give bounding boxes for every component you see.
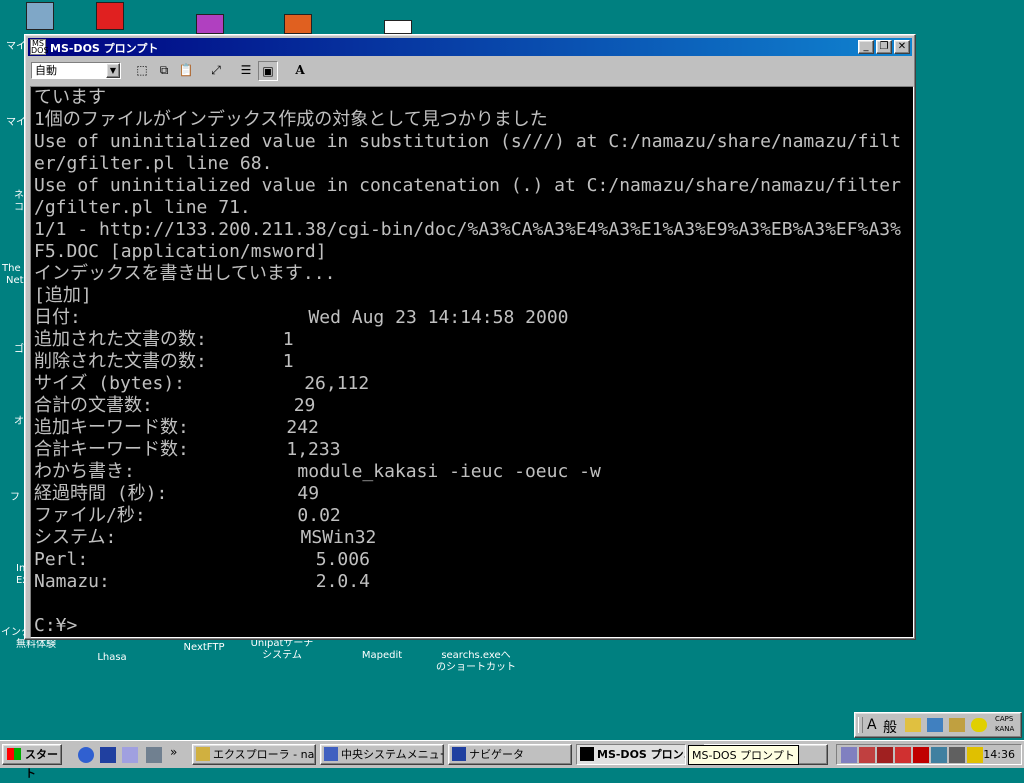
task-label: MS-DOS プロン...: [597, 748, 685, 761]
tray-icon[interactable]: [895, 747, 911, 763]
tooltip: MS-DOS プロンプト: [688, 745, 799, 765]
msdos-window[interactable]: MS DOS MS-DOS プロンプト _ ❐ ✕ 自動 ▼ ⬚ ⧉ 📋 ⤢ ☰ …: [24, 34, 916, 640]
task-central-system-menu[interactable]: 中央システムメニュー: [320, 744, 444, 765]
ime-handle-icon[interactable]: [858, 717, 863, 733]
ime-dictionary-icon[interactable]: [927, 718, 943, 732]
desktop-left-label: Net: [6, 275, 24, 286]
desktop-shortcut-icon[interactable]: [384, 20, 412, 34]
ime-mode-icon[interactable]: A: [867, 717, 877, 733]
desktop-icon-label: Unipatサーチ システム: [250, 638, 314, 661]
app-icon: [324, 747, 338, 761]
ime-tool-icon[interactable]: [949, 718, 965, 732]
desktop-left-label: ゴ: [14, 344, 24, 355]
desktop-left-label: フ: [10, 492, 20, 503]
tray-icon[interactable]: [913, 747, 929, 763]
desktop-icon-searchs[interactable]: searchs.exeへ のショートカット: [436, 638, 516, 674]
desktop-icon-label: NextFTP: [183, 642, 225, 653]
desktop-left-label: マイ: [6, 41, 26, 52]
font-size-value: 自動: [35, 64, 57, 77]
quicklaunch-icon[interactable]: [122, 747, 138, 763]
volume-icon[interactable]: [949, 747, 965, 763]
desktop-icon-label: Lhasa: [97, 652, 127, 663]
caps-indicator: CAPS: [995, 715, 1014, 723]
ime-conversion-label[interactable]: 般: [883, 717, 897, 737]
desktop-icon-unipat[interactable]: Unipatサーチ システム: [242, 638, 322, 662]
mark-button[interactable]: ⬚: [132, 61, 152, 81]
explorer-icon: [196, 747, 210, 761]
windows-logo-icon: [7, 748, 21, 760]
desktop-icon-mapedit[interactable]: Mapedit: [342, 638, 422, 662]
restore-button[interactable]: ❐: [876, 40, 892, 54]
task-label: 中央システムメニュー: [341, 748, 444, 761]
task-explorer[interactable]: エクスプローラ - na...: [192, 744, 316, 765]
copy-button[interactable]: ⧉: [154, 61, 174, 81]
close-button[interactable]: ✕: [894, 40, 910, 54]
tray-icon[interactable]: [877, 747, 893, 763]
desktop-shortcut-icon[interactable]: [96, 2, 124, 30]
ime-help-icon[interactable]: [971, 718, 987, 732]
msdos-app-icon[interactable]: MS DOS: [30, 39, 49, 55]
tray-icon[interactable]: [931, 747, 947, 763]
fullscreen-button[interactable]: ⤢: [206, 61, 226, 81]
task-msdos-prompt[interactable]: MS-DOS プロン...: [576, 744, 686, 765]
quicklaunch-icon[interactable]: [146, 747, 162, 763]
msdos-icon: [580, 747, 594, 761]
title-bar[interactable]: MS DOS MS-DOS プロンプト _ ❐ ✕: [28, 38, 912, 56]
paste-button[interactable]: 📋: [176, 61, 196, 81]
desktop-left-label: オ: [14, 416, 24, 427]
desktop-left-label: マイ: [6, 117, 26, 128]
quicklaunch-more-icon[interactable]: »: [170, 745, 177, 759]
clock[interactable]: 14:36: [983, 748, 1015, 761]
console-text: ています 1個のファイルがインデックス作成の対象として見つかりました Use o…: [34, 87, 901, 636]
properties-button[interactable]: ☰: [236, 61, 256, 81]
system-tray: 14:36: [836, 744, 1022, 765]
tray-icon[interactable]: [859, 747, 875, 763]
desktop-icon-label: Mapedit: [361, 650, 403, 661]
kana-indicator: KANA: [995, 725, 1015, 733]
tray-icon[interactable]: [841, 747, 857, 763]
console-output[interactable]: ています 1個のファイルがインデックス作成の対象として見つかりました Use o…: [30, 86, 914, 638]
tray-icon[interactable]: [967, 747, 983, 763]
internet-explorer-icon[interactable]: [78, 747, 94, 763]
task-label: ナビゲータ: [469, 748, 524, 761]
desktop-left-label: コ: [14, 202, 24, 213]
toolbar: 自動 ▼ ⬚ ⧉ 📋 ⤢ ☰ ▣ A: [28, 59, 912, 83]
desktop-icon-label: searchs.exeへ のショートカット: [436, 650, 516, 673]
ime-pad-icon[interactable]: [905, 718, 921, 732]
desktop-shortcut-icon[interactable]: [196, 14, 224, 34]
window-title: MS-DOS プロンプト: [50, 42, 159, 55]
desktop-shortcut-icon[interactable]: [284, 14, 312, 34]
navigator-icon: [452, 747, 466, 761]
minimize-button[interactable]: _: [858, 40, 874, 54]
background-button[interactable]: ▣: [258, 61, 278, 81]
chevron-down-icon[interactable]: ▼: [106, 63, 120, 78]
start-label: スタート: [25, 748, 58, 780]
task-navigator[interactable]: ナビゲータ: [448, 744, 572, 765]
start-button[interactable]: スタート: [2, 744, 62, 780]
desktop-icon-nextftp[interactable]: NextFTP: [164, 638, 244, 654]
task-label: エクスプローラ - na...: [213, 748, 316, 761]
font-button[interactable]: A: [290, 61, 310, 81]
quicklaunch-icon[interactable]: [100, 747, 116, 763]
my-computer-icon[interactable]: [26, 2, 54, 30]
desktop-left-label: The: [2, 263, 21, 274]
ime-toolbar[interactable]: A 般 CAPS KANA: [854, 712, 1022, 738]
font-size-select[interactable]: 自動 ▼: [31, 62, 121, 79]
taskbar: スタート » エクスプローラ - na... 中央システムメニュー ナビゲータ …: [0, 740, 1024, 780]
desktop-icon-lhasa[interactable]: Lhasa: [72, 638, 152, 664]
